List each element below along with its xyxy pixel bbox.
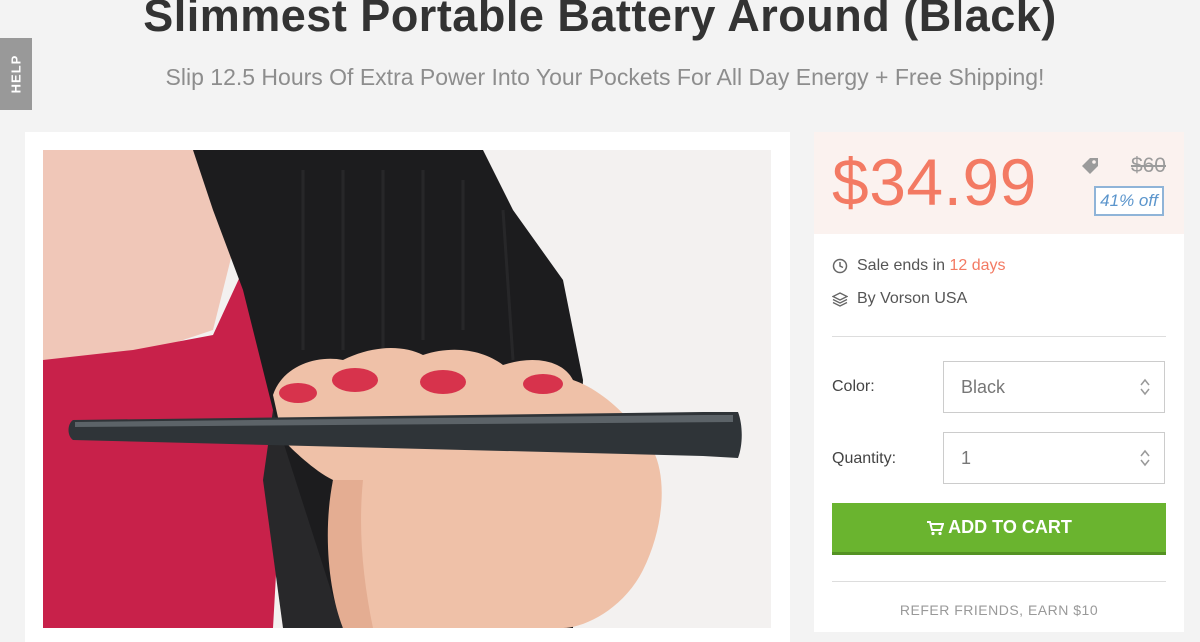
sale-ends-value: 12 days (949, 257, 1006, 274)
layers-icon (832, 292, 848, 307)
deal-details: Sale ends in 12 days By Vorson USA Color… (814, 234, 1184, 632)
divider (832, 581, 1166, 582)
purchase-sidebar: $34.99 $60 41% off Sale ends in 12 days … (814, 132, 1184, 632)
sale-ends-text: Sale ends in 12 days (857, 255, 1006, 277)
product-image-panel (25, 132, 790, 642)
sale-ends-prefix: Sale ends in (857, 257, 950, 274)
add-to-cart-label: ADD TO CART (948, 517, 1072, 537)
page-subtitle: Slip 12.5 Hours Of Extra Power Into Your… (165, 64, 1045, 90)
product-photo-illustration (43, 150, 771, 628)
product-photo[interactable] (43, 150, 771, 628)
sort-arrows-icon (1140, 378, 1150, 396)
divider (832, 336, 1166, 337)
quantity-select[interactable]: 1 (943, 432, 1165, 484)
sort-arrows-icon (1140, 449, 1150, 467)
discount-badge: 41% off (1094, 186, 1164, 216)
sale-price: $34.99 (832, 145, 1037, 219)
color-select-value: Black (961, 377, 1006, 397)
vendor-text: By Vorson USA (857, 290, 968, 307)
page-title: Slimmest Portable Battery Around (Black) (143, 0, 1057, 41)
tag-icon (1082, 158, 1098, 174)
help-tab-label: HELP (8, 54, 24, 94)
quantity-select-value: 1 (961, 448, 972, 468)
price-box: $34.99 $60 41% off (814, 132, 1184, 234)
refer-friends-link[interactable]: REFER FRIENDS, EARN $10 (832, 602, 1166, 618)
cart-icon (927, 521, 945, 536)
clock-icon (832, 258, 848, 274)
original-price: $60 (1130, 154, 1166, 177)
quantity-label: Quantity: (832, 450, 897, 467)
color-select[interactable]: Black (943, 361, 1165, 413)
help-tab[interactable]: HELP (0, 38, 32, 110)
color-label: Color: (832, 378, 875, 395)
add-to-cart-button[interactable]: ADD TO CART (832, 503, 1166, 555)
